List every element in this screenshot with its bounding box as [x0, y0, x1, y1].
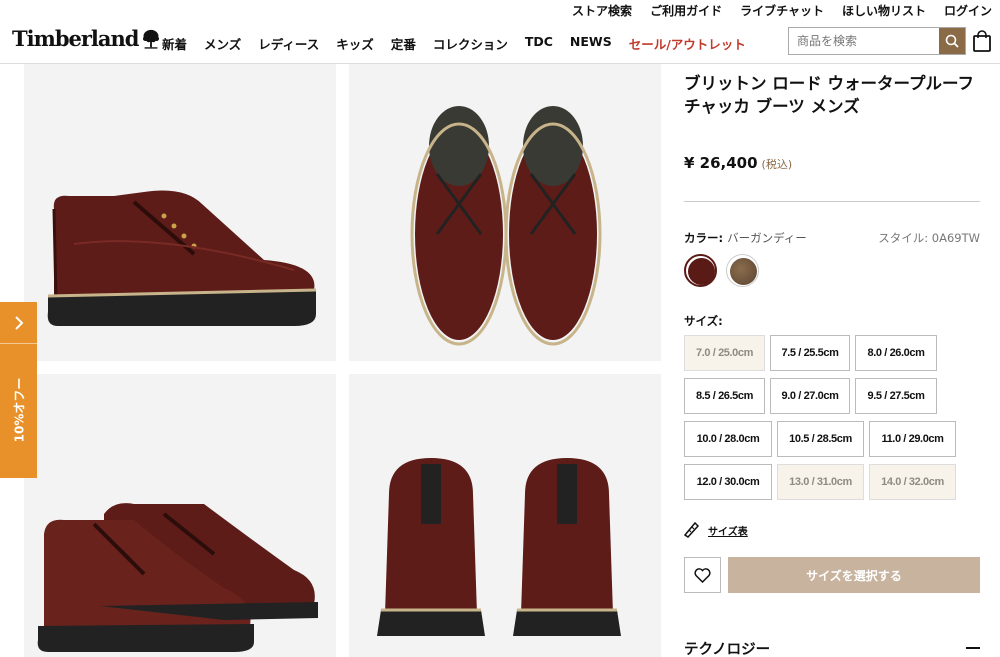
size-option[interactable]: 13.0 / 31.0cm	[777, 464, 864, 500]
size-guide-link[interactable]: サイズ表	[684, 522, 748, 538]
tree-logo-icon	[143, 29, 160, 49]
nav-tdc[interactable]: TDC	[525, 34, 553, 53]
collapse-icon	[966, 647, 980, 649]
wishlist-button[interactable]	[684, 557, 721, 593]
product-image-back[interactable]	[349, 374, 661, 657]
brand-logo[interactable]: Timberland	[12, 26, 162, 51]
nav-kids[interactable]: キッズ	[336, 34, 374, 53]
boot-pair-image	[37, 503, 318, 652]
nav-womens[interactable]: レディース	[258, 34, 319, 53]
color-value: バーガンディー	[727, 231, 807, 245]
size-option[interactable]: 11.0 / 29.0cm	[869, 421, 956, 457]
search-icon	[945, 34, 959, 48]
size-option[interactable]: 10.5 / 28.5cm	[777, 421, 864, 457]
search-button[interactable]	[939, 28, 965, 54]
utility-guide[interactable]: ご利用ガイド	[650, 2, 722, 19]
promo-label: 10%オフー	[12, 377, 27, 443]
boot-top-image	[410, 106, 602, 346]
promo-tab[interactable]: 10%オフー	[0, 302, 37, 478]
size-option[interactable]: 9.0 / 27.0cm	[770, 378, 850, 414]
swatch-brown[interactable]	[726, 254, 759, 287]
product-title: ブリットン ロード ウォータープルーフ チャッカ ブーツ メンズ	[684, 74, 975, 116]
style-number: スタイル: 0A69TW	[878, 231, 980, 245]
swatch-burgundy[interactable]	[684, 254, 717, 287]
divider	[684, 201, 980, 202]
size-label: サイズ:	[684, 314, 723, 328]
shopping-bag-icon[interactable]	[972, 30, 992, 52]
tax-note: (税込)	[761, 158, 793, 171]
select-size-button[interactable]: サイズを選択する	[728, 557, 980, 593]
nav-new[interactable]: 新着	[162, 34, 187, 53]
color-row: カラー: バーガンディー スタイル: 0A69TW	[684, 230, 980, 246]
utility-live-chat[interactable]: ライブチャット	[740, 2, 824, 19]
nav-news[interactable]: NEWS	[570, 34, 612, 53]
size-option[interactable]: 9.5 / 27.5cm	[855, 378, 937, 414]
main-nav: 新着 メンズ レディース キッズ 定番 コレクション TDC NEWS セール/…	[162, 34, 746, 53]
utility-wishlist[interactable]: ほしい物リスト	[842, 2, 926, 19]
size-option[interactable]: 8.0 / 26.0cm	[855, 335, 937, 371]
size-option[interactable]: 8.5 / 26.5cm	[684, 378, 765, 414]
color-label: カラー:	[684, 231, 724, 245]
boot-side-image	[47, 190, 317, 326]
technology-accordion[interactable]: テクノロジー	[684, 638, 980, 657]
size-option[interactable]: 14.0 / 32.0cm	[869, 464, 956, 500]
utility-nav: ストア検索 ご利用ガイド ライブチャット ほしい物リスト ログイン	[572, 0, 992, 20]
site-header: Timberland 新着 メンズ レディース キッズ 定番 コレクション TD…	[0, 20, 1000, 64]
utility-login[interactable]: ログイン	[944, 2, 992, 19]
chevron-right-icon	[0, 302, 37, 344]
size-grid: 7.0 / 25.0cm 7.5 / 25.5cm 8.0 / 26.0cm 8…	[684, 335, 984, 505]
product-image-pair[interactable]	[24, 374, 336, 657]
product-image-side[interactable]	[24, 64, 336, 361]
brand-name: Timberland	[12, 26, 139, 51]
search-input[interactable]	[789, 28, 939, 54]
size-option[interactable]: 12.0 / 30.0cm	[684, 464, 772, 500]
nav-sale-outlet[interactable]: セール/アウトレット	[629, 34, 746, 53]
ruler-icon	[684, 522, 700, 538]
size-option[interactable]: 7.0 / 25.0cm	[684, 335, 765, 371]
size-option[interactable]: 7.5 / 25.5cm	[770, 335, 850, 371]
product-price: ¥ 26,400 (税込)	[684, 154, 792, 172]
product-image-top[interactable]	[349, 64, 661, 361]
size-guide-label: サイズ表	[708, 526, 748, 538]
heart-icon	[694, 567, 711, 583]
boot-back-image	[377, 458, 621, 636]
nav-collection[interactable]: コレクション	[433, 34, 508, 53]
technology-heading: テクノロジー	[684, 642, 771, 657]
price-value: ¥ 26,400	[684, 154, 758, 172]
search-box	[788, 27, 966, 55]
size-option[interactable]: 10.0 / 28.0cm	[684, 421, 772, 457]
nav-mens[interactable]: メンズ	[204, 34, 241, 53]
utility-store-search[interactable]: ストア検索	[572, 2, 632, 19]
nav-classics[interactable]: 定番	[391, 34, 416, 53]
